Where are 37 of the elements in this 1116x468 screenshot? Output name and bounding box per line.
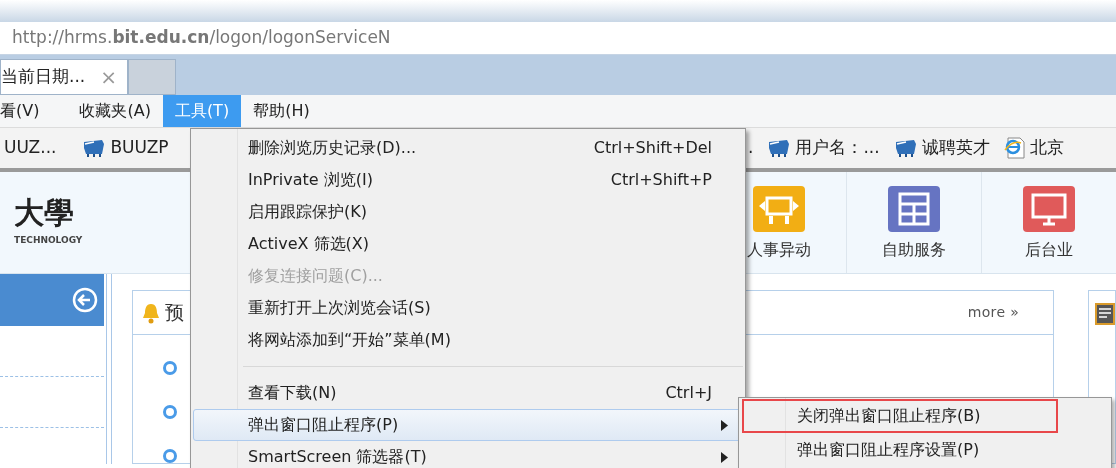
collapse-icon[interactable] [71,287,98,313]
list-bullet-icon [162,361,177,375]
menu-item[interactable]: SmartScreen 筛选器(T) [193,441,743,468]
page-icon [1003,136,1026,160]
submenu-item[interactable]: 弹出窗口阻止程序设置(P) [742,433,1058,467]
favorite-link[interactable]: 用户名：... [795,135,880,161]
train-icon [893,138,918,158]
favorite-link[interactable]: . [748,135,754,161]
list-bullet-icon [162,449,177,463]
nav-tile[interactable]: 后台业 [981,172,1116,273]
logo-subtitle: TECHNOLOGY [14,233,83,247]
favorite-link[interactable]: 北京 [1029,135,1064,161]
menu-bar-item[interactable]: 收藏夹(A) [67,95,163,127]
browser-tab[interactable]: 当前日期... × [0,59,128,95]
shortcut-label: Ctrl+Shift+Del [593,137,712,159]
favorite-link[interactable]: BUUZP [110,135,169,161]
list-bullet-icon [162,405,177,419]
more-link[interactable]: more » [967,302,1020,323]
panel-title: 预 [164,300,184,326]
menu-item[interactable]: 删除浏览历史记录(D)... Ctrl+Shift+Del [193,132,743,164]
nav-tile[interactable]: 自助服务 [846,172,981,273]
shortcut-label: Ctrl+J [665,382,712,404]
menu-bar-item[interactable]: 帮助(H) [241,95,322,127]
submenu-arrow-icon [721,420,728,431]
submenu-item[interactable]: 关闭弹出窗口阻止程序(B) [742,399,1058,433]
menu-item[interactable]: 查看下载(N) Ctrl+J [193,377,743,409]
menu-item[interactable]: 将网站添加到“开始”菜单(M) [193,324,743,356]
train-icon [767,138,792,158]
menu-bar-item[interactable]: 看(V) [0,95,52,127]
train-icon [82,138,107,158]
favorite-link[interactable]: UUZ... [4,135,57,161]
menu-item[interactable]: 重新打开上次浏览会话(S) [193,292,743,324]
bell-icon [140,301,161,324]
submenu-arrow-icon [721,452,728,463]
favorite-link[interactable]: 诚聘英才 [921,135,990,161]
shortcut-label: Ctrl+Shift+P [610,169,712,191]
logo-title: 大學 [14,197,74,228]
